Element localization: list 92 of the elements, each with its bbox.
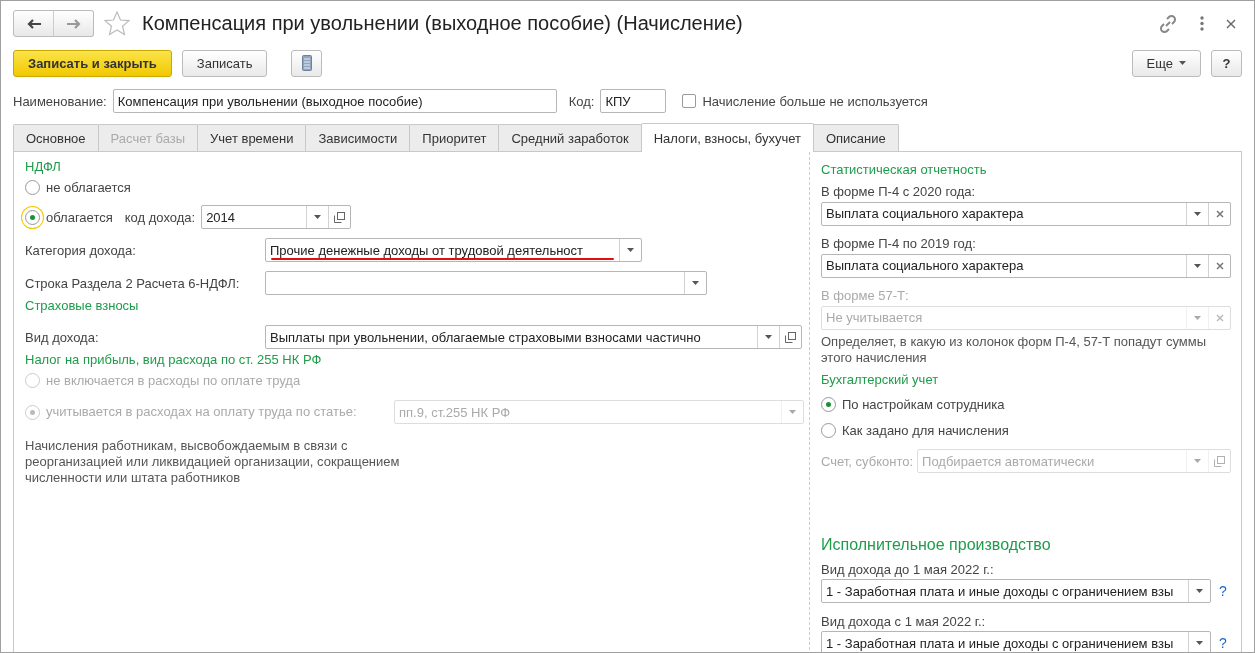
clear-icon [1215,313,1224,322]
close-icon[interactable] [1226,18,1236,29]
select-field[interactable]: 1 - Заработная плата и иные доходы с ограничением взы [821,631,1211,652]
field-label: Наименование: [13,93,107,109]
section-heading: НДФЛ [25,158,62,176]
open-window-icon [785,331,796,343]
field-value: пп.9, ст.255 НК РФ [399,404,511,420]
tab[interactable]: Средний заработок [498,124,642,151]
window-title: Компенсация при увольнении (выходное пособие) (Начисление) [142,12,743,35]
help-button[interactable]: ? [1211,49,1242,77]
select-field[interactable]: Выплаты при увольнении, облагаемые страховыми взносами частично [265,325,802,349]
caret-icon [1194,211,1201,216]
caret-icon [1194,263,1201,268]
field-value: Выплата социального характера [826,258,1024,274]
back-arrow-icon [26,18,41,29]
caret-icon [692,281,699,285]
code-field[interactable]: КПУ [600,89,667,113]
section-heading: Исполнительное производство [821,535,1052,556]
field-label: Вид дохода до 1 мая 2022 г.: [821,560,995,579]
radio-label: учитывается в расходах на оплату труда по статье: [46,404,358,420]
field-label: Счет, субконто: [821,453,914,469]
caret-icon [1194,315,1201,320]
open-window-icon [334,211,346,223]
field-value: 1 - Заработная плата и иные доходы с ограничением взы [826,583,1174,599]
field-label: В форме П-4 по 2019 год: [821,235,977,254]
field-value: Не учитывается [826,310,923,326]
report-button[interactable] [291,49,323,77]
more-button[interactable]: Еще [1131,49,1201,77]
field-value: Выплата социального характера [826,206,1024,222]
tab[interactable]: Описание [812,124,899,151]
tab[interactable]: Налоги, взносы, бухучет [640,123,814,152]
section-heading: Статистическая отчетность [821,160,988,179]
caret-icon [627,248,634,252]
caret-icon [765,335,772,339]
caret-icon [1196,589,1203,593]
radio-label: не включается в расходы по оплате труда [46,373,301,388]
select-field[interactable]: 2014 [201,205,352,229]
radio-button[interactable] [25,180,40,195]
field-placeholder: Подбирается автоматически [922,453,1095,469]
field-label: В форме 57-Т: [821,287,910,306]
back-button[interactable] [13,10,54,37]
select-field[interactable] [265,271,707,295]
save-and-close-button[interactable]: Записать и закрыть [13,49,172,77]
forward-arrow-icon [66,18,81,29]
caret-icon [1179,61,1186,65]
section-heading: Налог на прибыль, вид расхода по ст. 255 НК РФ [25,351,323,369]
field-value: Выплаты при увольнении, облагаемые страховыми взносами частично [270,329,701,345]
select-field[interactable]: Прочие денежные доходы от трудовой деятельност [265,238,642,262]
clear-icon [1215,209,1224,218]
select-field[interactable]: Выплата социального характера [821,201,1231,226]
select-field[interactable]: Выплата социального характера [821,253,1231,278]
hint-text: Начисления работникам, высвобождаемым в связи с реорганизацией или ликвидацией организации, сокращением численности или штата работников [25,438,401,486]
radio-button[interactable] [821,422,836,438]
more-options-icon[interactable] [1200,16,1204,31]
field-label: Код: [568,93,595,109]
checkbox[interactable] [682,94,697,108]
star-icon[interactable] [104,11,130,36]
link-icon[interactable] [1158,13,1178,34]
open-window-icon [1214,455,1225,467]
radio-label: Как задано для начисления [842,422,1009,438]
tab[interactable]: Приоритет [409,124,500,151]
tab[interactable]: Учет времени [197,124,307,151]
field-label: Категория дохода: [25,242,137,258]
field-label: код дохода: [124,209,196,225]
field-label: Вид дохода с 1 мая 2022 г.: [821,612,987,631]
name-field[interactable]: Компенсация при увольнении (выходное пособие) [112,89,557,113]
radio-button[interactable] [821,396,836,412]
field-label: Вид дохода: [25,329,100,345]
field-value: 1 - Заработная плата и иные доходы с ограничением взы [826,635,1174,651]
radio-label: облагается [46,209,113,225]
radio-label: По настройкам сотрудника [842,396,1005,412]
help-link[interactable]: ? [1219,583,1231,599]
caret-icon [789,410,796,414]
caret-icon [1196,641,1203,645]
save-button[interactable]: Записать [181,49,268,77]
caret-icon [1194,459,1201,464]
help-link[interactable]: ? [1219,635,1231,651]
checkbox-label: Начисление больше не используется [702,93,928,109]
tab[interactable]: Зависимости [305,124,411,151]
select-field[interactable]: 1 - Заработная плата и иные доходы с ограничением взы [821,579,1211,603]
field-value: Прочие денежные доходы от трудовой деятельност [270,242,584,258]
hint-text: Определяет, в какую из колонок форм П-4, 57-Т попадут суммы этого начисления [821,333,1207,366]
tab[interactable]: Основное [13,124,99,151]
field-label: В форме П-4 с 2020 года: [821,183,977,202]
radio-label: не облагается [46,180,131,195]
clear-icon [1215,261,1224,270]
section-heading: Страховые взносы [25,297,140,315]
list-icon [301,55,312,71]
section-heading: Бухгалтерский учет [821,370,940,389]
field-label: Строка Раздела 2 Расчета 6-НДФЛ: [25,275,241,291]
field-value: 2014 [206,209,236,225]
caret-icon [314,215,322,219]
